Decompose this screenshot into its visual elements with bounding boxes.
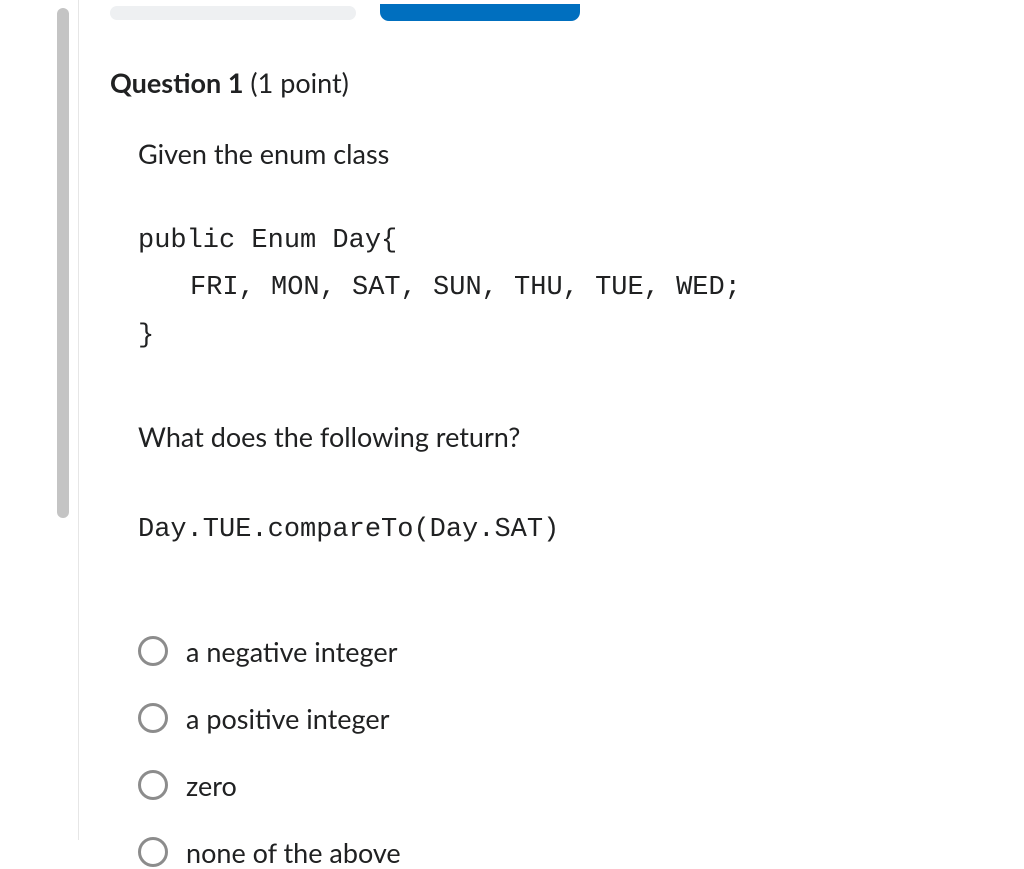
radio-button[interactable]: [138, 770, 168, 800]
option-label: a negative integer: [186, 635, 397, 668]
question-content: Question 1 (1 point) Given the enum clas…: [110, 66, 984, 869]
code-line: public Enum Day{: [138, 226, 397, 256]
code-line: }: [138, 321, 154, 351]
question-points: (1 point): [244, 66, 349, 99]
option-row: a positive integer: [138, 702, 984, 735]
option-label: a positive integer: [186, 702, 389, 735]
question-prompt: What does the following return?: [138, 420, 984, 453]
option-row: a negative integer: [138, 635, 984, 668]
progress-segment-inactive: [110, 6, 356, 20]
code-expression: Day.TUE.compareTo(Day.SAT): [138, 515, 984, 545]
code-line: FRI, MON, SAT, SUN, THU, TUE, WED;: [138, 273, 741, 303]
question-intro: Given the enum class: [138, 137, 984, 170]
option-row: zero: [138, 769, 984, 802]
vertical-divider: [78, 0, 79, 840]
answer-options: a negative integer a positive integer ze…: [138, 635, 984, 869]
question-header: Question 1 (1 point): [110, 66, 984, 99]
option-label: none of the above: [186, 836, 401, 869]
radio-button[interactable]: [138, 837, 168, 867]
option-row: none of the above: [138, 836, 984, 869]
option-label: zero: [186, 769, 237, 802]
scrollbar-thumb[interactable]: [57, 8, 69, 518]
progress-bar: [110, 4, 580, 21]
question-title: Question 1: [110, 66, 244, 99]
radio-button[interactable]: [138, 703, 168, 733]
code-enum: public Enum Day{ FRI, MON, SAT, SUN, THU…: [138, 218, 984, 360]
radio-button[interactable]: [138, 636, 168, 666]
progress-segment-active: [380, 4, 580, 21]
